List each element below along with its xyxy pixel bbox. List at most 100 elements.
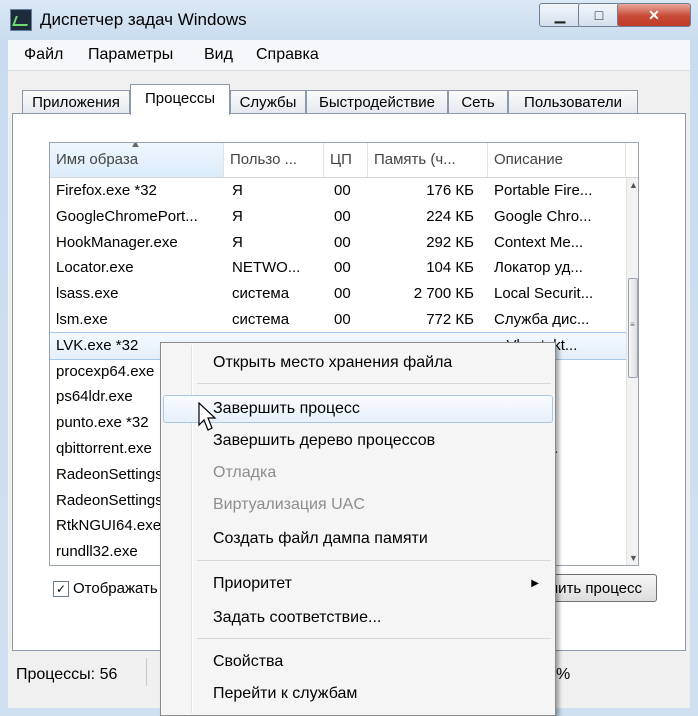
process-memory: 176 КБ bbox=[426, 182, 474, 199]
minimize-icon: ▁ bbox=[554, 6, 566, 23]
column-cpu[interactable]: ЦП bbox=[324, 143, 368, 177]
menu-separator bbox=[197, 560, 551, 561]
menu-view[interactable]: Вид bbox=[204, 46, 233, 64]
context-menu-item-label: Отладка bbox=[213, 464, 277, 481]
process-memory: 104 КБ bbox=[426, 259, 474, 277]
tab-services[interactable]: Службы bbox=[230, 90, 306, 114]
context-menu-item-label: Создать файл дампа памяти bbox=[213, 530, 428, 547]
context-menu-item-label: Завершить процесс bbox=[213, 400, 360, 417]
process-name: lsass.exe bbox=[56, 285, 119, 303]
process-row[interactable]: HookManager.exe Я 00 292 КБ Context Me... bbox=[50, 230, 626, 256]
grip-icon: ≡ bbox=[630, 320, 635, 329]
vertical-scrollbar[interactable]: ▲ ≡ ▼ bbox=[626, 178, 638, 565]
process-row[interactable]: Locator.exe NETWO... 00 104 КБ Локатор уд... bbox=[50, 255, 626, 281]
list-header: ▲ Имя образа Пользо ... ЦП Память (ч... … bbox=[50, 143, 638, 178]
process-row[interactable]: lsass.exe система 00 2 700 КБ Local Securit.… bbox=[50, 281, 626, 307]
process-cpu: 00 bbox=[334, 310, 351, 328]
task-manager-app-icon bbox=[10, 9, 32, 31]
sort-ascending-icon: ▲ bbox=[130, 143, 141, 150]
context-menu-item[interactable]: Приоритет ▶ bbox=[163, 570, 553, 598]
process-memory: 292 КБ bbox=[426, 233, 474, 251]
context-menu-item-label: Завершить дерево процессов bbox=[213, 432, 436, 449]
process-row[interactable]: lsm.exe система 00 772 КБ Служба дис... bbox=[50, 307, 626, 333]
process-row[interactable]: GoogleChromePort... Я 00 224 КБ Google Chro.… bbox=[50, 204, 626, 230]
process-user: Я bbox=[232, 233, 243, 251]
tab-users[interactable]: Пользователи bbox=[508, 90, 638, 114]
process-description: Локатор уд... bbox=[494, 259, 583, 277]
column-image-name-label: Имя образа bbox=[56, 151, 139, 168]
process-cpu: 00 bbox=[334, 207, 351, 225]
column-image-name[interactable]: ▲ Имя образа bbox=[50, 143, 224, 177]
process-name: Firefox.exe *32 bbox=[56, 182, 157, 199]
process-name: lsm.exe bbox=[56, 310, 108, 328]
context-menu-item[interactable]: Задать соответствие... bbox=[163, 604, 553, 632]
process-name: GoogleChromePort... bbox=[56, 207, 198, 225]
close-icon: ✕ bbox=[648, 6, 660, 23]
process-description: Portable Fire... bbox=[494, 182, 593, 199]
process-name: HookManager.exe bbox=[56, 233, 178, 251]
process-user: Я bbox=[232, 182, 243, 199]
process-cpu: 00 bbox=[334, 285, 351, 303]
menu-help[interactable]: Справка bbox=[256, 46, 319, 64]
scrollbar-thumb[interactable]: ≡ bbox=[628, 278, 638, 378]
window-title: Диспетчер задач Windows bbox=[40, 10, 247, 29]
menu-file[interactable]: Файл bbox=[24, 46, 63, 64]
context-menu-item-label: Перейти к службам bbox=[213, 685, 358, 702]
menu-options[interactable]: Параметры bbox=[88, 46, 173, 64]
status-divider bbox=[146, 658, 147, 686]
tab-strip: Приложения Процессы Службы Быстродействи… bbox=[8, 84, 690, 115]
status-process-count: Процессы: 56 bbox=[16, 666, 118, 683]
context-menu-item: Виртуализация UAC bbox=[163, 491, 553, 519]
process-row[interactable]: Firefox.exe *32 Я 00 176 КБ Portable Fire... bbox=[50, 178, 626, 204]
tab-applications[interactable]: Приложения bbox=[22, 90, 130, 114]
scroll-down-icon[interactable]: ▼ bbox=[629, 553, 638, 563]
process-memory: 2 700 КБ bbox=[413, 285, 474, 303]
process-cpu: 00 bbox=[334, 182, 351, 199]
process-name: Locator.exe bbox=[56, 259, 134, 277]
submenu-arrow-icon: ▶ bbox=[531, 578, 539, 589]
process-user: Я bbox=[232, 207, 243, 225]
process-cpu: 00 bbox=[334, 233, 351, 251]
process-user: система bbox=[232, 310, 290, 328]
context-menu-item[interactable]: Завершить дерево процессов bbox=[163, 427, 553, 455]
maximize-button[interactable]: □ bbox=[578, 3, 620, 27]
tab-processes[interactable]: Процессы bbox=[130, 84, 230, 115]
show-all-checkbox[interactable]: ✓ bbox=[53, 581, 69, 597]
title-bar[interactable]: Диспетчер задач Windows ▁ □ ✕ bbox=[0, 0, 698, 40]
mouse-cursor-icon bbox=[198, 402, 217, 431]
context-menu-item-label: Свойства bbox=[213, 653, 284, 670]
process-description: Служба дис... bbox=[494, 310, 590, 328]
status-cpu: % bbox=[556, 666, 571, 683]
column-user[interactable]: Пользо ... bbox=[224, 143, 324, 177]
context-menu-item-label: Открыть место хранения файла bbox=[213, 354, 453, 371]
context-menu-item[interactable]: Свойства bbox=[163, 648, 553, 676]
maximize-icon: □ bbox=[594, 7, 604, 23]
menu-separator bbox=[197, 638, 551, 639]
tab-network[interactable]: Сеть bbox=[448, 90, 508, 114]
process-description: Context Me... bbox=[494, 233, 584, 251]
menu-bar: Файл Параметры Вид Справка bbox=[8, 40, 690, 71]
context-menu-item[interactable]: Перейти к службам bbox=[163, 680, 553, 708]
process-memory: 772 КБ bbox=[426, 310, 474, 328]
menu-separator bbox=[197, 383, 551, 384]
minimize-button[interactable]: ▁ bbox=[539, 3, 581, 27]
process-user: NETWO... bbox=[232, 259, 301, 277]
scroll-up-icon[interactable]: ▲ bbox=[629, 180, 638, 190]
context-menu-item[interactable]: Открыть место хранения файла bbox=[163, 349, 553, 377]
close-button[interactable]: ✕ bbox=[617, 3, 691, 27]
column-description[interactable]: Описание bbox=[488, 143, 626, 177]
context-menu-item-label: Виртуализация UAC bbox=[213, 496, 365, 513]
process-memory: 224 КБ bbox=[426, 207, 474, 225]
context-menu-item[interactable]: Завершить процесс bbox=[163, 395, 553, 423]
context-menu-item[interactable]: Создать файл дампа памяти bbox=[163, 525, 553, 553]
process-user: система bbox=[232, 285, 290, 303]
process-description: Google Chro... bbox=[494, 207, 592, 225]
context-menu-item: Отладка bbox=[163, 459, 553, 487]
column-memory[interactable]: Память (ч... bbox=[368, 143, 488, 177]
context-menu-item-label: Задать соответствие... bbox=[213, 609, 382, 626]
context-menu-item-label: Приоритет bbox=[213, 575, 292, 592]
context-menu: Открыть место хранения файла Завершить пр… bbox=[160, 342, 556, 716]
tab-performance[interactable]: Быстродействие bbox=[306, 90, 448, 114]
process-cpu: 00 bbox=[334, 259, 351, 277]
process-description: Local Securit... bbox=[494, 285, 594, 303]
